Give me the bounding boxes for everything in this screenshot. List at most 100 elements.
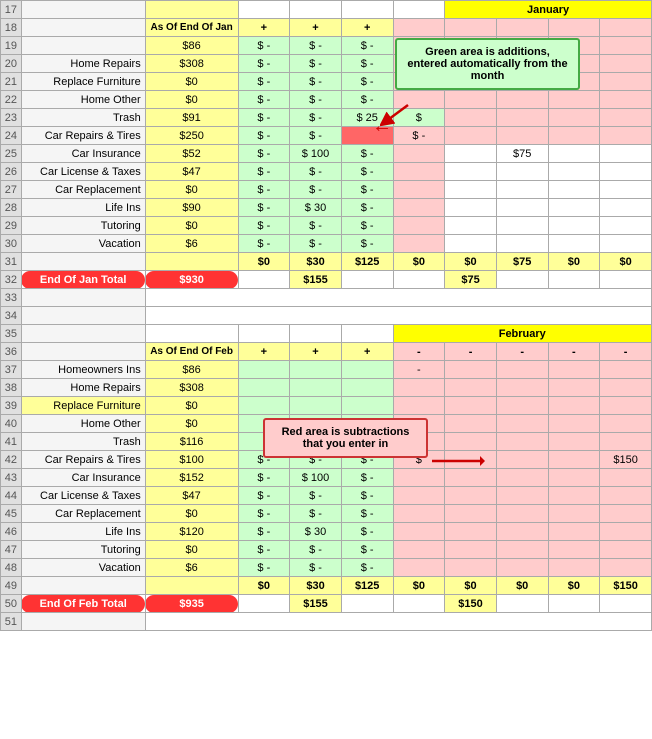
data-cell[interactable]	[600, 469, 652, 487]
data-cell[interactable]: $ -	[341, 469, 393, 487]
data-cell[interactable]	[496, 91, 548, 109]
data-cell[interactable]	[548, 505, 600, 523]
data-cell[interactable]	[548, 559, 600, 577]
data-cell[interactable]: $ -	[341, 523, 393, 541]
data-cell[interactable]: $ -	[341, 217, 393, 235]
data-cell[interactable]: $ -	[238, 217, 290, 235]
data-cell[interactable]	[393, 523, 445, 541]
data-cell[interactable]	[496, 541, 548, 559]
data-cell[interactable]: -	[393, 361, 445, 379]
data-cell[interactable]: $ 100	[290, 145, 342, 163]
data-cell[interactable]	[445, 559, 497, 577]
data-cell[interactable]	[600, 361, 652, 379]
data-cell[interactable]	[600, 559, 652, 577]
data-cell[interactable]	[600, 433, 652, 451]
data-cell[interactable]	[496, 379, 548, 397]
data-cell[interactable]	[341, 379, 393, 397]
data-cell[interactable]	[445, 487, 497, 505]
data-cell[interactable]: $ -	[290, 91, 342, 109]
data-cell[interactable]	[445, 181, 497, 199]
data-cell[interactable]	[496, 199, 548, 217]
data-cell[interactable]	[496, 487, 548, 505]
data-cell[interactable]	[496, 397, 548, 415]
data-cell[interactable]	[393, 559, 445, 577]
data-cell[interactable]	[393, 181, 445, 199]
data-cell[interactable]: $ -	[290, 73, 342, 91]
data-cell[interactable]	[496, 235, 548, 253]
data-cell[interactable]	[445, 235, 497, 253]
data-cell[interactable]	[393, 217, 445, 235]
data-cell[interactable]: $ -	[238, 235, 290, 253]
data-cell[interactable]	[341, 361, 393, 379]
data-cell[interactable]	[496, 415, 548, 433]
data-cell[interactable]: $ -	[341, 163, 393, 181]
data-cell[interactable]	[600, 235, 652, 253]
data-cell[interactable]	[548, 127, 600, 145]
data-cell[interactable]: $ -	[290, 505, 342, 523]
data-cell[interactable]	[393, 541, 445, 559]
data-cell[interactable]: $ -	[238, 541, 290, 559]
data-cell[interactable]	[238, 361, 290, 379]
data-cell[interactable]	[445, 505, 497, 523]
data-cell[interactable]	[290, 361, 342, 379]
data-cell[interactable]	[548, 361, 600, 379]
data-cell[interactable]: $ -	[341, 37, 393, 55]
data-cell[interactable]	[445, 415, 497, 433]
data-cell[interactable]	[496, 523, 548, 541]
data-cell[interactable]	[496, 469, 548, 487]
data-cell[interactable]	[445, 217, 497, 235]
data-cell[interactable]: $ -	[290, 487, 342, 505]
data-cell[interactable]	[393, 397, 445, 415]
data-cell[interactable]: $ -	[341, 199, 393, 217]
data-cell[interactable]	[548, 379, 600, 397]
data-cell[interactable]: $ -	[290, 37, 342, 55]
data-cell[interactable]: $ -	[341, 73, 393, 91]
data-cell[interactable]: $75	[496, 145, 548, 163]
data-cell[interactable]: $ 30	[290, 523, 342, 541]
data-cell[interactable]	[600, 415, 652, 433]
data-cell[interactable]	[548, 451, 600, 469]
data-cell[interactable]: $ -	[341, 55, 393, 73]
data-cell[interactable]	[445, 145, 497, 163]
data-cell[interactable]: $ -	[290, 181, 342, 199]
data-cell[interactable]: $ -	[290, 55, 342, 73]
data-cell[interactable]	[600, 127, 652, 145]
data-cell[interactable]: $ -	[290, 217, 342, 235]
data-cell[interactable]	[496, 361, 548, 379]
data-cell[interactable]	[496, 127, 548, 145]
data-cell[interactable]: $ -	[238, 91, 290, 109]
data-cell[interactable]	[445, 127, 497, 145]
data-cell[interactable]: $ -	[238, 109, 290, 127]
data-cell[interactable]	[548, 433, 600, 451]
data-cell[interactable]	[548, 217, 600, 235]
data-cell[interactable]: $ -	[238, 73, 290, 91]
data-cell[interactable]: $ -	[238, 487, 290, 505]
data-cell[interactable]: $ -	[238, 181, 290, 199]
data-cell[interactable]: $ -	[341, 145, 393, 163]
data-cell[interactable]	[548, 235, 600, 253]
data-cell[interactable]	[238, 397, 290, 415]
data-cell[interactable]	[600, 37, 652, 55]
data-cell[interactable]: $ -	[341, 505, 393, 523]
data-cell[interactable]: $ -	[290, 235, 342, 253]
data-cell[interactable]	[600, 379, 652, 397]
data-cell[interactable]	[548, 541, 600, 559]
data-cell[interactable]	[496, 433, 548, 451]
data-cell[interactable]	[496, 181, 548, 199]
data-cell[interactable]	[445, 361, 497, 379]
data-cell[interactable]	[548, 397, 600, 415]
data-cell[interactable]	[600, 91, 652, 109]
data-cell[interactable]	[548, 469, 600, 487]
data-cell[interactable]	[393, 379, 445, 397]
data-cell[interactable]	[238, 379, 290, 397]
data-cell[interactable]	[393, 487, 445, 505]
data-cell[interactable]: $ -	[341, 487, 393, 505]
data-cell[interactable]	[445, 541, 497, 559]
data-cell[interactable]: $ -	[341, 559, 393, 577]
data-cell[interactable]	[496, 109, 548, 127]
data-cell[interactable]	[548, 181, 600, 199]
data-cell[interactable]: $ -	[290, 559, 342, 577]
data-cell[interactable]: $ -	[341, 181, 393, 199]
data-cell[interactable]: $ -	[238, 145, 290, 163]
data-cell[interactable]	[548, 163, 600, 181]
